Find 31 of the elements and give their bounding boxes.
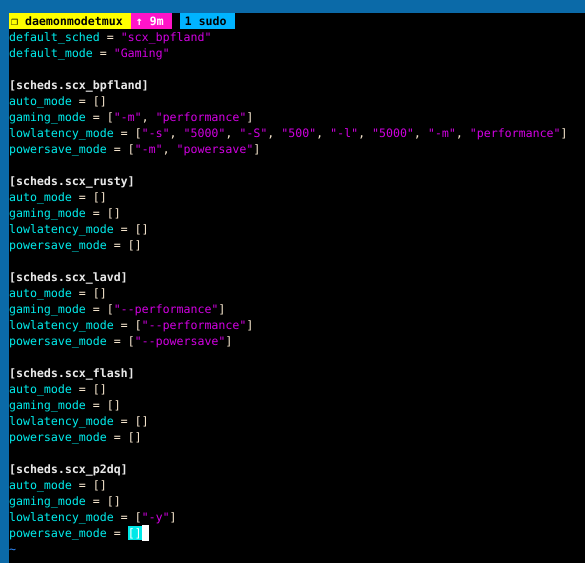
code-line: auto_mode = [] bbox=[9, 189, 107, 205]
code-line: lowlatency_mode = ["-s", "5000", "-S", "500", "-l", "5000", "-m", "performance"] bbox=[9, 125, 568, 141]
code-line: powersave_mode = [] bbox=[9, 429, 142, 445]
code-line: auto_mode = [] bbox=[9, 285, 107, 301]
code-line: powersave_mode = ["-m", "powersave"] bbox=[9, 141, 260, 157]
section-header: [scheds.scx_rusty] bbox=[9, 173, 135, 189]
code-line: lowlatency_mode = [] bbox=[9, 221, 149, 237]
code-line: lowlatency_mode = [] bbox=[9, 413, 149, 429]
code-line: auto_mode = [] bbox=[9, 93, 107, 109]
code-line: gaming_mode = [] bbox=[9, 205, 121, 221]
code-line: powersave_mode = [] bbox=[9, 237, 142, 253]
code-line: default_mode = "Gaming" bbox=[9, 45, 170, 61]
section-header: [scheds.scx_bpfland] bbox=[9, 77, 149, 93]
code-line: lowlatency_mode = ["-y"] bbox=[9, 509, 177, 525]
code-line: auto_mode = [] bbox=[9, 381, 107, 397]
section-header: [scheds.scx_lavd] bbox=[9, 269, 128, 285]
section-header: [scheds.scx_flash] bbox=[9, 365, 135, 381]
code-line: gaming_mode = [] bbox=[9, 493, 121, 509]
session-name: ❐ daemonmodetmux bbox=[9, 13, 131, 29]
code-line: default_sched = "scx_bpfland" bbox=[9, 29, 212, 45]
code-line: powersave_mode = [] bbox=[9, 525, 142, 541]
section-header: [scheds.scx_p2dq] bbox=[9, 461, 128, 477]
uptime-label: ↑ 9m bbox=[130, 13, 172, 29]
code-line: gaming_mode = ["-m", "performance"] bbox=[9, 109, 254, 125]
code-line: gaming_mode = [] bbox=[9, 397, 121, 413]
code-line: auto_mode = [] bbox=[9, 477, 107, 493]
code-line: powersave_mode = ["--powersave"] bbox=[9, 333, 232, 349]
window-tab[interactable]: 1 sudo bbox=[180, 13, 234, 29]
code-line: lowlatency_mode = ["--performance"] bbox=[9, 317, 254, 333]
code-line: gaming_mode = ["--performance"] bbox=[9, 301, 226, 317]
empty-line-marker: ~ bbox=[9, 541, 16, 557]
